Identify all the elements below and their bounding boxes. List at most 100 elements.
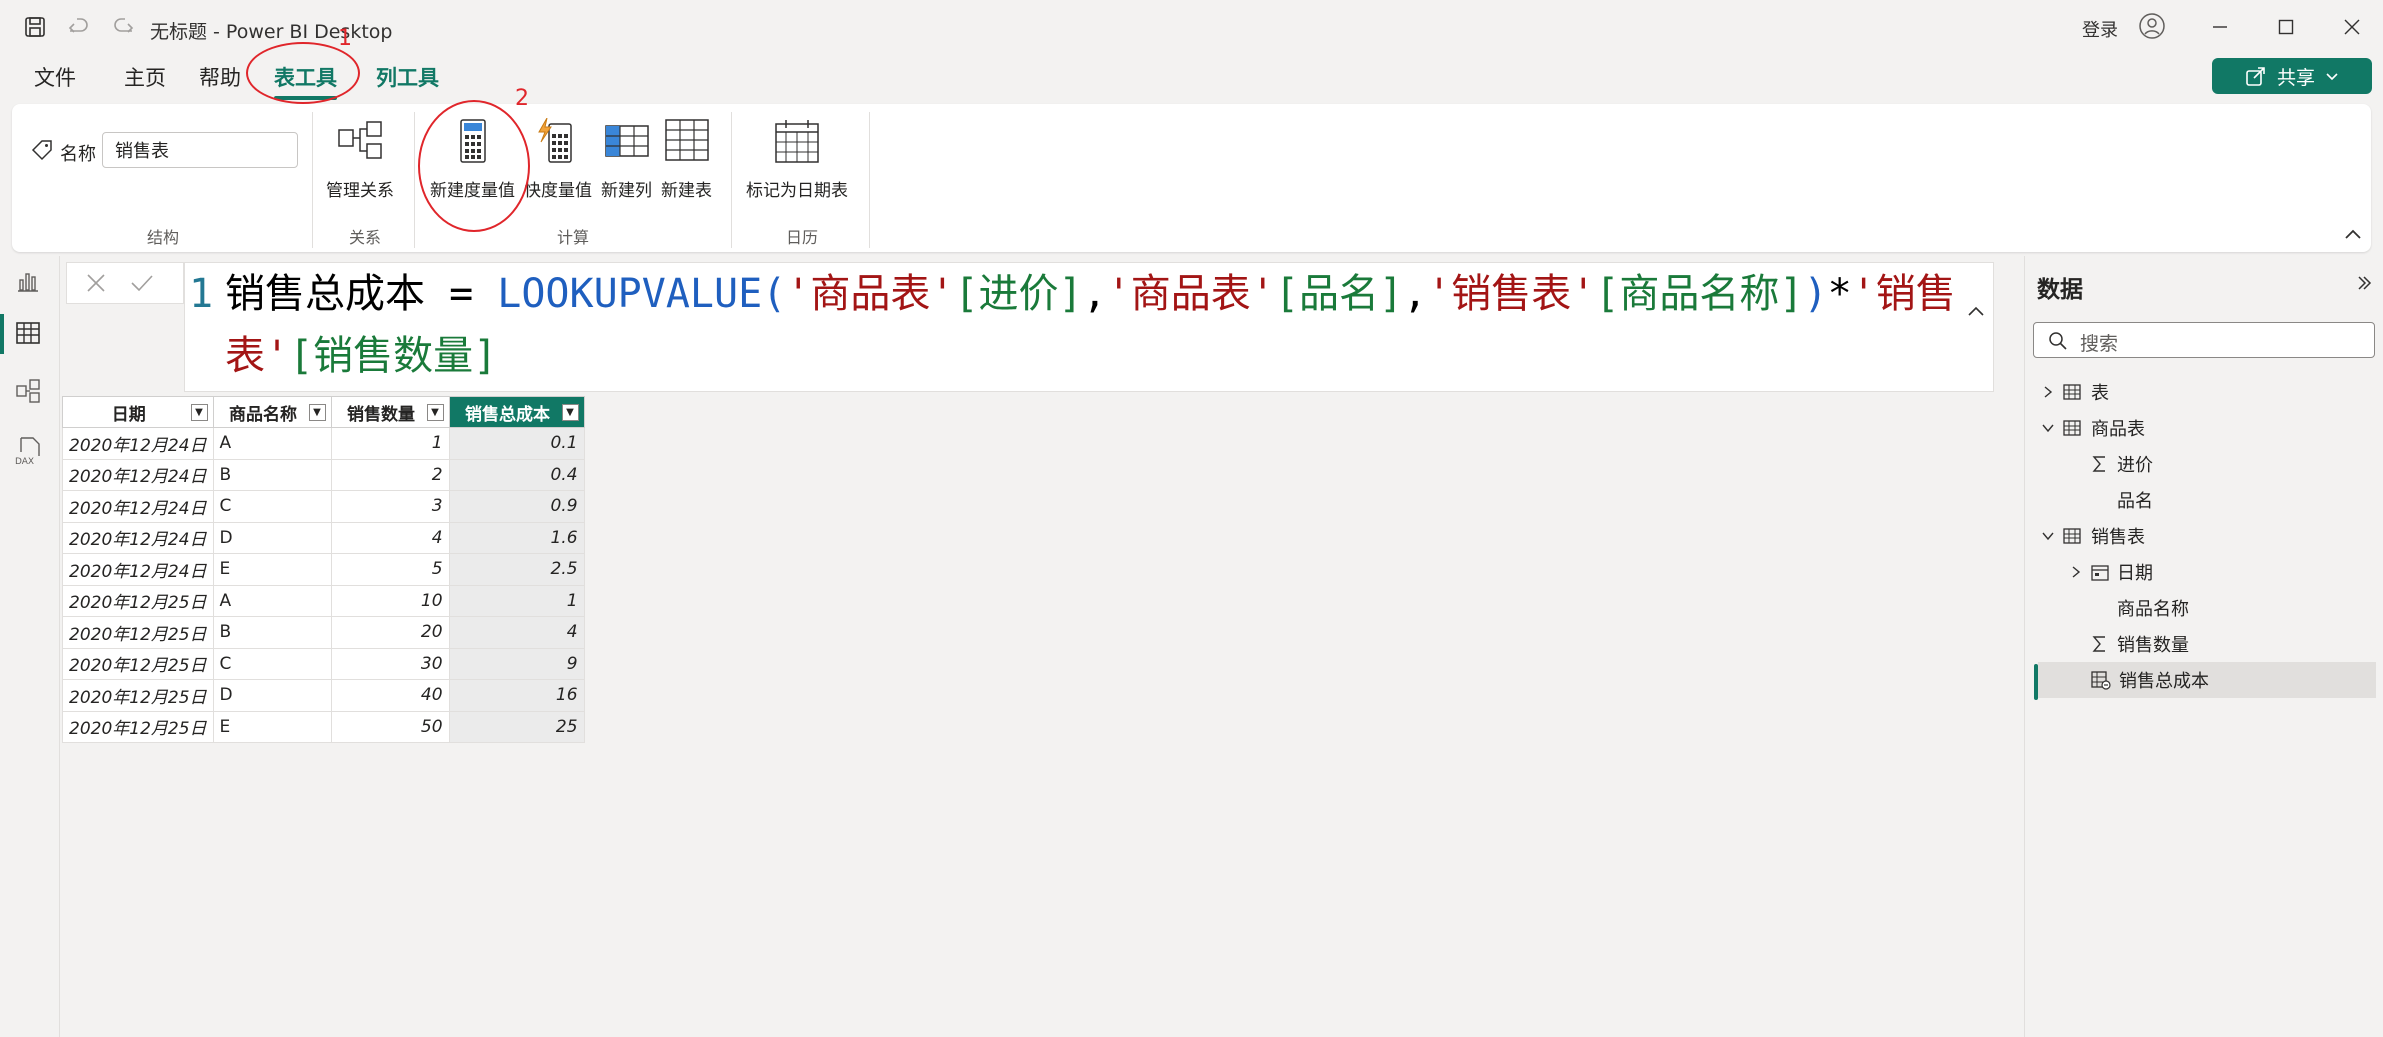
commit-formula-icon[interactable]	[129, 272, 155, 298]
table-cell[interactable]: 1.6	[448, 521, 585, 554]
table-cell[interactable]: B	[212, 458, 332, 491]
maximize-button[interactable]	[2266, 12, 2306, 42]
tree-item-field-sales-qty[interactable]: 销售数量	[2091, 626, 2376, 662]
column-header-total-cost[interactable]: 销售总成本 ▼	[448, 396, 585, 428]
collapse-formula-icon[interactable]	[1967, 273, 1985, 335]
table-cell[interactable]: 2020年12月24日	[62, 553, 214, 586]
table-cell[interactable]: 2020年12月24日	[62, 490, 214, 523]
chevron-down-icon	[2326, 73, 2338, 81]
table-cell[interactable]: A	[212, 427, 332, 460]
table-row: 2020年12月24日 A 1 0.1	[62, 427, 585, 460]
table-cell[interactable]: A	[212, 584, 332, 617]
table-cell[interactable]: 2020年12月25日	[62, 679, 214, 712]
tree-item-field-total-cost[interactable]: 销售总成本	[2038, 662, 2376, 698]
cancel-formula-icon[interactable]	[85, 272, 107, 298]
table-cell[interactable]: C	[212, 490, 332, 523]
column-header-date[interactable]: 日期 ▼	[62, 396, 214, 428]
new-table-button[interactable]: 新建表	[661, 118, 712, 201]
table-cell[interactable]: 2020年12月25日	[62, 647, 214, 680]
tree-item-product-table[interactable]: 商品表	[2041, 410, 2376, 446]
table-cell[interactable]: 5	[330, 553, 450, 586]
table-cell[interactable]: 10	[330, 584, 450, 617]
table-cell[interactable]: 1	[330, 427, 450, 460]
table-cell[interactable]: 9	[448, 647, 585, 680]
dax-formula-text: 销售总成本 = LOOKUPVALUE('商品表'[进价],'商品表'[品名],…	[225, 263, 1965, 387]
mark-date-table-button[interactable]: 标记为日期表	[746, 118, 848, 201]
table-cell[interactable]: D	[212, 679, 332, 712]
table-cell[interactable]: 20	[330, 616, 450, 649]
tab-home[interactable]: 主页	[124, 60, 166, 96]
chevron-right-icon[interactable]	[2041, 385, 2055, 399]
report-view-icon[interactable]	[15, 268, 45, 298]
table-cell[interactable]: 2020年12月25日	[62, 710, 214, 743]
table-cell[interactable]: 1	[448, 584, 585, 617]
formula-multiply: *	[1827, 271, 1852, 317]
minimize-button[interactable]	[2200, 12, 2240, 42]
table-cell[interactable]: 30	[330, 647, 450, 680]
save-icon[interactable]	[20, 12, 50, 42]
chevron-down-icon[interactable]	[2041, 421, 2055, 435]
table-cell[interactable]: E	[212, 553, 332, 586]
table-cell[interactable]: 25	[448, 710, 585, 743]
tab-help[interactable]: 帮助	[199, 60, 241, 96]
table-cell[interactable]: 2020年12月25日	[62, 616, 214, 649]
close-button[interactable]	[2332, 12, 2372, 42]
filter-dropdown-icon[interactable]: ▼	[426, 404, 444, 421]
annotation-circle-1	[246, 42, 360, 104]
table-cell[interactable]: 4	[448, 616, 585, 649]
table-cell[interactable]: 2020年12月24日	[62, 458, 214, 491]
undo-icon[interactable]	[64, 12, 94, 42]
table-name-input[interactable]	[102, 132, 298, 168]
table-cell[interactable]: 40	[330, 679, 450, 712]
table-cell[interactable]: 0.9	[448, 490, 585, 523]
quick-measure-button[interactable]: 快度量值	[524, 118, 592, 201]
table-cell[interactable]: 2.5	[448, 553, 585, 586]
chevron-right-icon[interactable]	[2069, 565, 2083, 579]
manage-relations-button[interactable]: 管理关系	[326, 118, 394, 201]
table-cell[interactable]: 0.1	[448, 427, 585, 460]
table-cell[interactable]: E	[212, 710, 332, 743]
filter-dropdown-icon[interactable]: ▼	[561, 404, 579, 421]
measure-name: 销售总成本	[225, 271, 425, 317]
table-cell[interactable]: 2	[330, 458, 450, 491]
new-column-button[interactable]: 新建列	[601, 118, 652, 201]
tree-item-field-product[interactable]: 品名	[2117, 482, 2376, 518]
table-cell[interactable]: 50	[330, 710, 450, 743]
tree-item-table[interactable]: 表	[2041, 374, 2376, 410]
filter-dropdown-icon[interactable]: ▼	[308, 404, 326, 421]
formula-close-paren: )	[1803, 271, 1828, 317]
tab-column-tools[interactable]: 列工具	[376, 60, 439, 96]
table-cell[interactable]: C	[212, 647, 332, 680]
table-cell[interactable]: D	[212, 521, 332, 554]
formula-table-ref: '商品表'	[1106, 271, 1275, 317]
table-icon	[2063, 420, 2081, 436]
search-field[interactable]: 搜索	[2033, 322, 2375, 358]
table-cell[interactable]: 2020年12月24日	[62, 427, 214, 460]
share-button[interactable]: 共享	[2212, 58, 2372, 94]
tree-item-sales-table[interactable]: 销售表	[2041, 518, 2376, 554]
user-avatar-icon[interactable]	[2138, 12, 2166, 44]
table-cell[interactable]: 4	[330, 521, 450, 554]
column-header-sales-qty[interactable]: 销售数量 ▼	[330, 396, 450, 428]
collapse-ribbon-icon[interactable]	[2344, 226, 2362, 245]
table-cell[interactable]: 2020年12月25日	[62, 584, 214, 617]
table-cell[interactable]: 3	[330, 490, 450, 523]
table-view-icon[interactable]	[15, 320, 45, 350]
tree-item-field-product-name[interactable]: 商品名称	[2117, 590, 2376, 626]
tab-file[interactable]: 文件	[34, 60, 76, 96]
column-header-product-name[interactable]: 商品名称 ▼	[212, 396, 332, 428]
chevron-down-icon[interactable]	[2041, 529, 2055, 543]
model-view-icon[interactable]	[15, 378, 45, 408]
table-cell[interactable]: 0.4	[448, 458, 585, 491]
table-cell[interactable]: 16	[448, 679, 585, 712]
formula-editor[interactable]: 1 销售总成本 = LOOKUPVALUE('商品表'[进价],'商品表'[品名…	[184, 262, 1994, 392]
filter-dropdown-icon[interactable]: ▼	[190, 404, 208, 421]
tree-item-field-date[interactable]: 日期	[2069, 554, 2376, 590]
signin-link[interactable]: 登录	[2082, 16, 2118, 42]
table-cell[interactable]: 2020年12月24日	[62, 521, 214, 554]
redo-icon[interactable]	[108, 12, 138, 42]
dax-query-view-icon[interactable]: DAX	[15, 436, 45, 467]
collapse-pane-icon[interactable]	[2355, 274, 2373, 296]
table-cell[interactable]: B	[212, 616, 332, 649]
tree-item-field-cost[interactable]: 进价	[2091, 446, 2376, 482]
